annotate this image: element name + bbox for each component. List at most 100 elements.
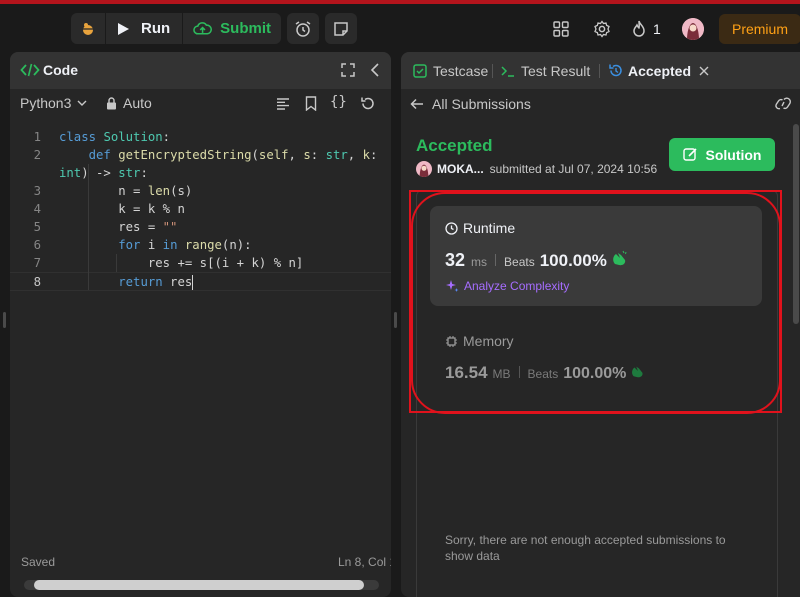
arrow-left-icon	[410, 98, 423, 110]
premium-label: Premium	[731, 21, 788, 37]
tab-test-result-label: Test Result	[521, 62, 591, 79]
code-line: 6 for i in range(n):	[10, 236, 391, 254]
code-panel-header: Code	[10, 52, 391, 89]
bookmark-button[interactable]	[305, 96, 317, 111]
line-number: 8	[33, 275, 41, 289]
checkbox-icon	[413, 63, 427, 78]
link-icon	[775, 97, 791, 110]
code-line-current: 8 return res	[10, 272, 391, 291]
code-editor[interactable]: 1 class Solution: 2 def getEncryptedStrin…	[10, 128, 391, 548]
tab-testcase[interactable]: Testcase	[413, 52, 488, 89]
streak-counter[interactable]: 1	[631, 18, 661, 40]
tab-accepted[interactable]: Accepted	[608, 52, 709, 89]
bookmark-icon	[305, 96, 317, 111]
code-line: 4 k = k % n	[10, 200, 391, 218]
submitted-time: submitted at Jul 07, 2024 10:56	[489, 162, 658, 176]
chevron-down-icon	[77, 100, 87, 106]
vertical-scrollbar[interactable]	[793, 124, 799, 324]
highlight-box	[409, 190, 782, 413]
grid-icon	[553, 21, 569, 37]
auto-mode-label: Auto	[123, 95, 152, 111]
line-number: 7	[33, 256, 41, 270]
settings-button[interactable]	[592, 19, 612, 39]
language-select[interactable]: Python3	[20, 95, 87, 111]
all-submissions-link[interactable]: All Submissions	[410, 96, 531, 112]
gear-icon	[594, 20, 610, 38]
avatar-image	[682, 18, 704, 40]
code-brackets-icon	[20, 63, 40, 77]
notes-button[interactable]	[325, 13, 357, 44]
bug-icon	[82, 22, 94, 35]
cloud-upload-icon	[193, 21, 212, 35]
username[interactable]: MOKA...	[437, 162, 484, 176]
share-link-button[interactable]	[774, 97, 792, 111]
timer-button[interactable]	[287, 13, 319, 44]
run-button[interactable]: Run	[106, 13, 182, 44]
run-submit-group: Run Submit	[71, 13, 281, 44]
run-label: Run	[141, 20, 171, 37]
submission-status: Accepted	[416, 136, 493, 155]
center-resize-handle[interactable]	[394, 312, 397, 328]
layout-grid-button[interactable]	[552, 20, 570, 38]
solution-button[interactable]: Solution	[669, 138, 775, 171]
expand-icon	[341, 63, 355, 77]
top-bar: Run Submit 1 Premium	[0, 4, 800, 50]
line-number: 2	[33, 148, 41, 162]
tab-divider	[492, 64, 493, 78]
auto-mode[interactable]: Auto	[106, 95, 152, 111]
line-number: 1	[33, 130, 41, 144]
flame-icon	[633, 20, 645, 37]
format-button[interactable]	[276, 97, 290, 111]
avatar-image	[419, 164, 429, 177]
debug-button[interactable]	[71, 13, 105, 44]
note-icon	[334, 21, 348, 36]
code-tab-label: Code	[43, 62, 78, 78]
edit-icon	[682, 148, 697, 161]
code-line: 5 res = ""	[10, 218, 391, 236]
code-line: int) -> str:	[59, 166, 148, 180]
text-cursor	[192, 275, 194, 290]
streak-count: 1	[653, 21, 661, 37]
collapse-button[interactable]	[368, 63, 382, 77]
maximize-button[interactable]	[341, 63, 355, 77]
avatar[interactable]	[682, 18, 704, 40]
result-panel-header: Testcase Test Result Accepted	[401, 52, 800, 89]
alarm-clock-icon	[295, 20, 311, 37]
tab-test-result[interactable]: Test Result	[500, 52, 590, 89]
code-line: 7 res += s[(i + k) % n]	[10, 254, 391, 272]
line-number: 6	[33, 238, 41, 252]
language-label: Python3	[20, 95, 72, 111]
terminal-icon	[501, 65, 514, 77]
tab-testcase-label: Testcase	[433, 62, 489, 79]
indent-guide	[116, 254, 117, 272]
chevron-left-icon	[370, 63, 379, 77]
braces-button[interactable]: {}	[330, 94, 347, 110]
code-line: 1 class Solution:	[10, 128, 391, 146]
align-left-icon	[277, 98, 289, 110]
left-resize-handle[interactable]	[3, 312, 6, 328]
play-icon	[118, 22, 129, 35]
code-panel: Code Python3 Auto {} 1 class Solution: 2 …	[10, 52, 391, 597]
history-icon	[609, 64, 622, 77]
tab-divider	[599, 64, 600, 78]
premium-button[interactable]: Premium	[719, 14, 800, 44]
undo-icon	[361, 97, 374, 110]
submission-meta: MOKA... submitted at Jul 07, 2024 10:56	[416, 161, 657, 177]
all-submissions-label: All Submissions	[432, 96, 531, 112]
code-line: 2 def getEncryptedString(self, s: str, k…	[10, 146, 391, 164]
submit-button[interactable]: Submit	[183, 13, 281, 44]
tab-accepted-label: Accepted	[628, 62, 692, 79]
close-icon[interactable]	[699, 66, 709, 76]
code-line: 3 n = len(s)	[10, 182, 391, 200]
code-tab[interactable]: Code	[20, 62, 78, 78]
cursor-position: Ln 8, Col 1	[338, 555, 391, 569]
submit-label: Submit	[220, 20, 271, 37]
line-number: 3	[33, 184, 41, 198]
reset-button[interactable]	[360, 96, 375, 111]
line-number: 5	[33, 220, 41, 234]
user-avatar[interactable]	[416, 161, 432, 177]
result-panel: Testcase Test Result Accepted All Submis…	[401, 52, 800, 597]
save-status: Saved	[21, 555, 56, 569]
lock-icon	[107, 96, 116, 109]
solution-label: Solution	[705, 146, 762, 163]
